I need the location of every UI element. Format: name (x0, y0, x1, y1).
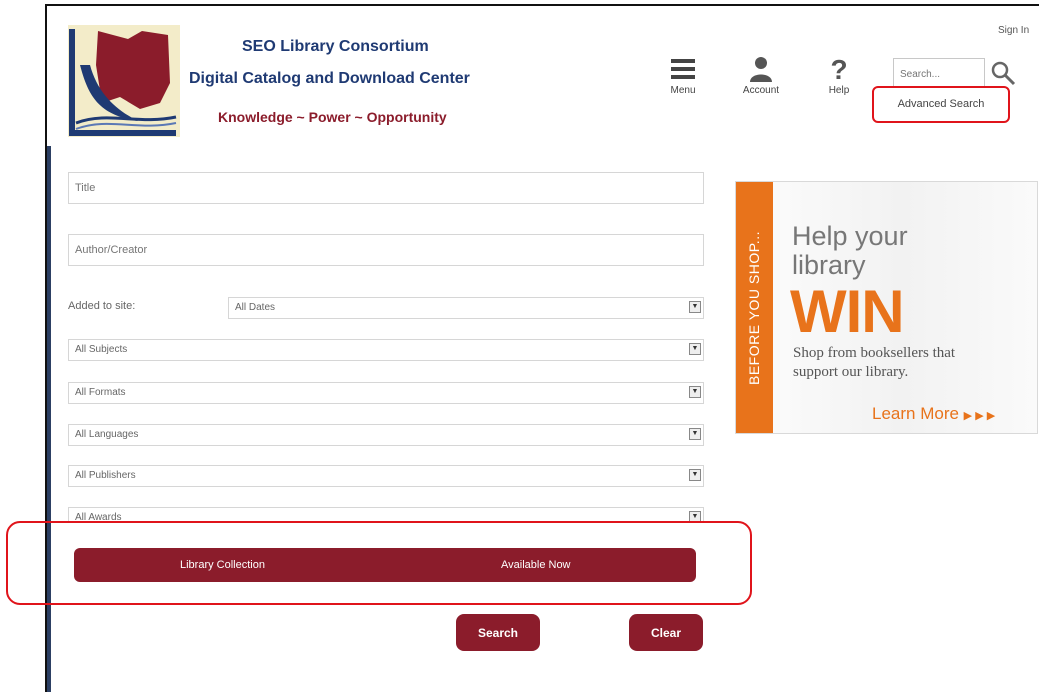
frame-top-border (45, 4, 1039, 6)
added-date-select[interactable]: All Dates ▼ (228, 297, 704, 319)
ohio-logo-icon (68, 25, 180, 137)
person-icon (750, 57, 772, 82)
menu-label: Menu (670, 85, 696, 96)
languages-value: All Languages (75, 429, 139, 440)
subjects-select[interactable]: All Subjects ▼ (68, 339, 704, 361)
ad-headline: Help your library (792, 221, 908, 280)
formats-select[interactable]: All Formats ▼ (68, 382, 704, 404)
search-icon[interactable] (989, 60, 1017, 86)
ad-big-word: WIN (790, 278, 905, 345)
menu-button[interactable]: Menu (653, 55, 713, 96)
dropdown-arrow-icon: ▼ (689, 386, 701, 398)
author-field (68, 234, 704, 266)
added-date-value: All Dates (235, 302, 276, 313)
languages-select[interactable]: All Languages ▼ (68, 424, 704, 446)
dropdown-arrow-icon: ▼ (689, 301, 701, 313)
svg-text:?: ? (830, 55, 847, 83)
sign-in-link[interactable]: Sign In (998, 25, 1029, 36)
learn-more-label: Learn More (872, 404, 959, 423)
title-field (68, 172, 704, 204)
account-button[interactable]: Account (731, 55, 791, 96)
catalog-subtitle: Digital Catalog and Download Center (189, 70, 470, 87)
play-arrows-icon: ▶ ▶ ▶ (963, 410, 996, 422)
learn-more-link[interactable]: Learn More ▶ ▶ ▶ (872, 404, 995, 424)
formats-value: All Formats (75, 387, 126, 398)
ad-side-text: BEFORE YOU SHOP... (746, 231, 762, 385)
hamburger-icon (671, 59, 695, 79)
content-left-rule (47, 146, 51, 692)
help-label: Help (828, 85, 850, 96)
header-search-box (893, 58, 985, 88)
added-to-site-label: Added to site: (68, 300, 136, 312)
ad-body-text: Shop from booksellers that support our l… (793, 345, 956, 380)
search-button[interactable]: Search (456, 614, 540, 651)
header-search-input[interactable] (898, 60, 982, 88)
publishers-select[interactable]: All Publishers ▼ (68, 465, 704, 487)
clear-button[interactable]: Clear (629, 614, 703, 651)
subjects-value: All Subjects (75, 344, 128, 355)
dropdown-arrow-icon: ▼ (689, 428, 701, 440)
advanced-search-link[interactable]: Advanced Search (872, 86, 1010, 123)
dropdown-arrow-icon: ▼ (689, 343, 701, 355)
collection-toggle: Library Collection Available Now (74, 548, 696, 582)
consortium-logo[interactable] (68, 25, 180, 137)
consortium-motto: Knowledge ~ Power ~ Opportunity (218, 109, 447, 125)
dropdown-arrow-icon: ▼ (689, 469, 701, 481)
ad-side-strip: BEFORE YOU SHOP... (736, 182, 773, 433)
library-collection-option[interactable]: Library Collection (180, 548, 265, 582)
available-now-option[interactable]: Available Now (501, 548, 571, 582)
help-button[interactable]: ? Help (809, 55, 869, 96)
shop-ad-banner[interactable]: BEFORE YOU SHOP... Help your library WIN… (735, 181, 1038, 434)
author-input[interactable] (69, 235, 681, 265)
publishers-value: All Publishers (75, 470, 136, 481)
awards-select[interactable]: All Awards ▼ (68, 507, 704, 522)
consortium-title: SEO Library Consortium (242, 38, 429, 55)
question-icon: ? (830, 55, 847, 83)
account-label: Account (742, 85, 780, 96)
title-input[interactable] (69, 173, 681, 203)
